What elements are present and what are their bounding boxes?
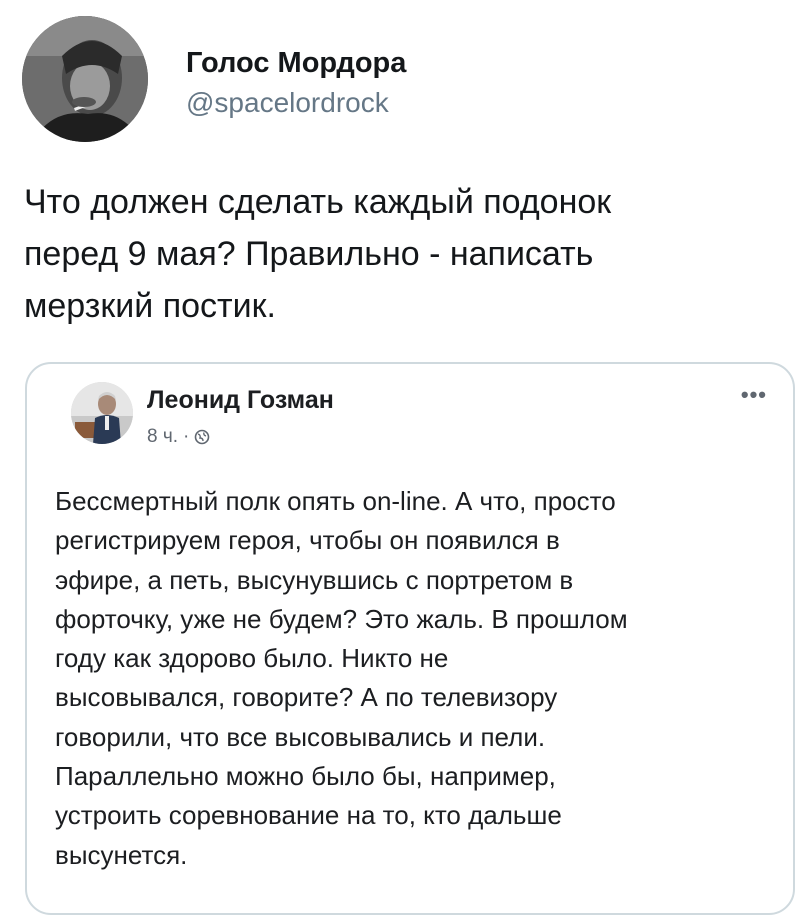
quoted-author-name[interactable]: Леонид Гозман [147, 386, 334, 415]
author-meta: Голос Мордора @spacelordrock [186, 46, 406, 120]
tweet-header: Голос Мордора @spacelordrock [22, 16, 406, 146]
quoted-post-meta: 8 ч. · [147, 426, 210, 448]
quoted-post-card[interactable]: Леонид Гозман 8 ч. · ••• Бессмертный пол… [25, 362, 795, 915]
author-handle[interactable]: @spacelordrock [186, 86, 406, 120]
meta-separator: · [183, 426, 190, 447]
more-options-icon[interactable]: ••• [741, 382, 767, 408]
post-time[interactable]: 8 ч. [147, 426, 178, 448]
globe-icon [194, 429, 210, 445]
tweet: Голос Мордора @spacelordrock Что должен … [0, 0, 800, 922]
tweet-text: Что должен сделать каждый подонок перед … [24, 183, 612, 325]
author-display-name[interactable]: Голос Мордора [186, 46, 406, 80]
quoted-post-text: Бессмертный полк опять on-line. А что, п… [55, 486, 628, 870]
quoted-author-avatar[interactable] [71, 382, 133, 444]
author-avatar[interactable] [22, 16, 148, 142]
